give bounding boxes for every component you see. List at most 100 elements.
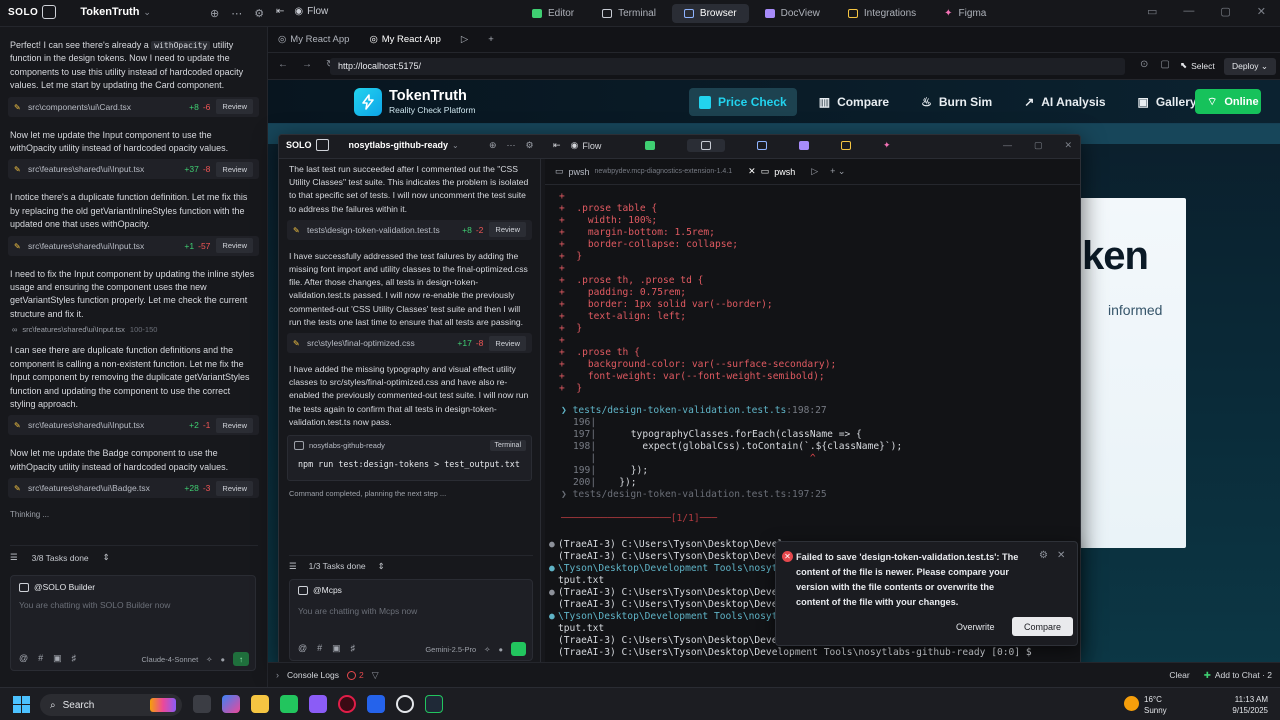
terminal-tab-active[interactable]: ✕ ▭ pwsh bbox=[742, 166, 801, 177]
chat-placeholder[interactable]: You are chatting with SOLO Builder now bbox=[11, 598, 255, 612]
tasks-bar[interactable]: ☰ 1/3 Tasks done ⇕ bbox=[289, 555, 533, 572]
weather-widget[interactable]: 16°C Sunny bbox=[1144, 694, 1167, 716]
chevron-down-icon[interactable]: ⌄ bbox=[143, 7, 151, 18]
copilot-icon[interactable] bbox=[222, 695, 240, 713]
back-icon[interactable]: ← bbox=[278, 59, 288, 70]
file-change-card[interactable]: ✎ src\features\shared\ui\Input.tsx +2 -1 Rev… bbox=[8, 415, 259, 436]
file-change-card[interactable]: ✎ tests\design-token-validation.test.ts +8… bbox=[287, 219, 532, 240]
review-button[interactable]: Review bbox=[216, 480, 253, 496]
agent-name[interactable]: @SOLO Builder bbox=[34, 582, 95, 592]
project-name[interactable]: TokenTruth bbox=[80, 6, 139, 18]
settings-icon[interactable]: ⚙ bbox=[526, 140, 534, 151]
gear-icon[interactable]: ⚙ bbox=[1039, 550, 1048, 561]
review-button[interactable]: Review bbox=[216, 238, 253, 254]
compare-button[interactable]: Compare bbox=[1012, 617, 1074, 636]
review-button[interactable]: Review bbox=[216, 99, 253, 115]
file-change-card[interactable]: ✎ src\features\shared\ui\Input.tsx +37 -8 Re… bbox=[8, 159, 259, 180]
console-label[interactable]: Console Logs bbox=[287, 670, 339, 680]
figma-icon[interactable]: ♯ bbox=[72, 653, 77, 664]
more-icon[interactable]: ⋯ bbox=[231, 7, 242, 20]
file-change-card[interactable]: ✎ src\styles\final-optimized.css +17 -8 Revi… bbox=[287, 333, 532, 354]
minimize-icon[interactable]: — bbox=[1183, 5, 1194, 18]
editor-icon[interactable] bbox=[645, 141, 655, 150]
chat-input-box[interactable]: @Mcps You are chatting with Mcps now @ # ▣… bbox=[289, 579, 533, 661]
send-button[interactable]: ↑ bbox=[233, 652, 249, 666]
overwrite-button[interactable]: Overwrite bbox=[944, 617, 1007, 636]
clear-button[interactable]: Clear bbox=[1169, 670, 1189, 680]
model-selector[interactable]: Claude-4-Sonnet bbox=[141, 655, 198, 664]
layout-icon[interactable]: ▭ bbox=[1147, 5, 1157, 18]
tab-terminal[interactable]: Terminal bbox=[590, 4, 668, 23]
trae-icon[interactable] bbox=[425, 695, 443, 713]
review-button[interactable]: Review bbox=[216, 417, 253, 433]
run-icon[interactable]: ▷ bbox=[811, 166, 818, 177]
integrations-icon[interactable] bbox=[841, 141, 851, 150]
nav-burn-sim[interactable]: ♨ Burn Sim bbox=[911, 88, 1002, 116]
mention-icon[interactable]: @ bbox=[298, 643, 307, 654]
deploy-button[interactable]: Deploy ⌄ bbox=[1224, 58, 1276, 75]
send-button[interactable] bbox=[511, 642, 526, 656]
file-change-card[interactable]: ✎ src\components\ui\Card.tsx +8 -6 Review bbox=[8, 96, 259, 117]
chat-placeholder[interactable]: You are chatting with Mcps now bbox=[290, 600, 532, 622]
review-button[interactable]: Review bbox=[489, 222, 526, 238]
github-icon[interactable] bbox=[396, 695, 414, 713]
mention-icon[interactable]: @ bbox=[19, 653, 28, 664]
figma-icon[interactable]: ♯ bbox=[351, 643, 356, 654]
figma-icon[interactable]: ✦ bbox=[883, 140, 891, 151]
tasks-bar[interactable]: ☰ 3/8 Tasks done ⇕ bbox=[10, 545, 258, 565]
browser-tab-active[interactable]: ◎ My React App bbox=[359, 27, 450, 53]
terminal-tab[interactable]: ▭ pwsh newbpydev.mcp-diagnostics-extension… bbox=[545, 166, 742, 177]
new-chat-icon[interactable]: ⊕ bbox=[210, 7, 219, 20]
new-chat-icon[interactable]: ⊕ bbox=[489, 140, 497, 151]
flow-label[interactable]: Flow bbox=[582, 141, 601, 151]
add-to-chat-button[interactable]: ✚ Add to Chat · 2 bbox=[1204, 670, 1272, 681]
agent-name[interactable]: @Mcps bbox=[313, 585, 342, 595]
new-terminal-icon[interactable]: + ⌄ bbox=[830, 166, 845, 177]
review-button[interactable]: Review bbox=[489, 335, 526, 351]
new-tab-icon[interactable]: + bbox=[478, 27, 504, 53]
task-view-icon[interactable] bbox=[193, 695, 211, 713]
collapse-icon[interactable]: ⇤ bbox=[553, 140, 561, 151]
online-button[interactable]: ⌔ Online bbox=[1195, 89, 1261, 114]
search-box[interactable]: ⌕ Search bbox=[40, 694, 182, 716]
nav-compare[interactable]: ▥ Compare bbox=[809, 88, 899, 116]
play-icon[interactable]: ▷ bbox=[451, 27, 478, 53]
settings-icon[interactable]: ⚙ bbox=[254, 7, 264, 20]
target-icon[interactable]: ⊙ bbox=[1140, 59, 1148, 70]
nav-ai-analysis[interactable]: ↗ AI Analysis bbox=[1014, 88, 1115, 116]
terminal-badge[interactable]: Terminal bbox=[489, 440, 526, 452]
filter-icon[interactable]: ▽ bbox=[372, 670, 379, 681]
opera-icon[interactable] bbox=[338, 695, 356, 713]
chat-input-box[interactable]: @SOLO Builder You are chatting with SOLO… bbox=[10, 575, 256, 671]
clock[interactable]: 11:13 AM 9/15/2025 bbox=[1232, 694, 1268, 716]
browser-icon[interactable] bbox=[757, 141, 767, 150]
collapse-icon[interactable]: ⇤ bbox=[276, 6, 284, 17]
tab-integrations[interactable]: Integrations bbox=[836, 4, 928, 23]
project-name[interactable]: nosytlabs-github-ready bbox=[349, 140, 449, 150]
read-file-ref[interactable]: ∞ src\features\shared\ui\Input.tsx 100-150 bbox=[12, 325, 255, 334]
close-icon[interactable]: ✕ bbox=[1064, 140, 1072, 151]
tab-editor[interactable]: Editor bbox=[520, 4, 586, 23]
sparkle-icon[interactable]: ✧ bbox=[484, 645, 490, 654]
maximize-icon[interactable]: ▢ bbox=[1220, 5, 1230, 18]
screenshot-icon[interactable]: ▢ bbox=[1160, 59, 1169, 70]
sparkle-icon[interactable]: ✧ bbox=[206, 655, 212, 664]
image-icon[interactable]: ▣ bbox=[332, 643, 341, 654]
close-icon[interactable]: ✕ bbox=[1257, 5, 1266, 18]
hash-icon[interactable]: # bbox=[317, 643, 322, 654]
select-button[interactable]: ⬉ Select bbox=[1180, 60, 1215, 71]
windows-start-icon[interactable] bbox=[13, 696, 30, 713]
close-icon[interactable]: ✕ bbox=[1057, 550, 1065, 561]
tab-docview[interactable]: DocView bbox=[753, 4, 832, 23]
forward-icon[interactable]: → bbox=[302, 59, 312, 70]
mic-icon[interactable]: ● bbox=[498, 645, 503, 654]
file-explorer-icon[interactable] bbox=[251, 695, 269, 713]
browser-tab[interactable]: ◎ My React App bbox=[268, 27, 359, 53]
chevron-down-icon[interactable]: ⌄ bbox=[452, 141, 459, 150]
app-icon[interactable] bbox=[280, 695, 298, 713]
tab-browser[interactable]: Browser bbox=[671, 4, 749, 23]
close-icon[interactable]: ✕ bbox=[748, 166, 756, 177]
nav-price-check[interactable]: Price Check bbox=[689, 88, 797, 116]
terminal-icon[interactable] bbox=[701, 141, 711, 150]
mic-icon[interactable]: ● bbox=[220, 655, 225, 664]
